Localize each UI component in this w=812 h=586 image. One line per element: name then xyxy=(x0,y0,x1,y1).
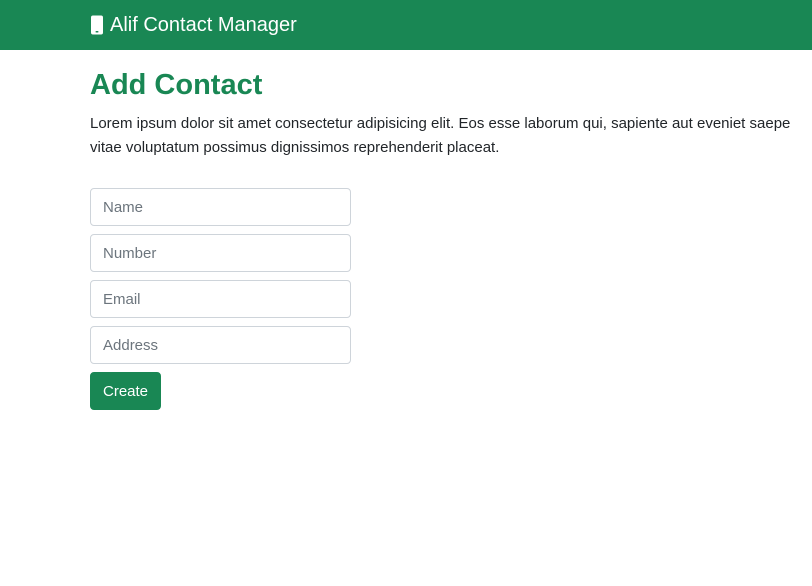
mobile-phone-icon xyxy=(90,15,104,35)
add-contact-form: Create xyxy=(90,188,351,410)
description-line-2: vitae voluptatum possimus dignissimos re… xyxy=(90,139,500,156)
name-input[interactable] xyxy=(90,188,351,226)
brand-link[interactable]: Alif Contact Manager xyxy=(90,0,297,50)
create-button[interactable]: Create xyxy=(90,372,162,410)
description-line-1: Lorem ipsum dolor sit amet consectetur a… xyxy=(90,115,791,132)
email-input[interactable] xyxy=(90,280,351,318)
address-input[interactable] xyxy=(90,326,351,364)
page-description: Lorem ipsum dolor sit amet consectetur a… xyxy=(90,112,812,160)
brand-text: Alif Contact Manager xyxy=(110,13,297,36)
navbar: Alif Contact Manager xyxy=(0,0,812,50)
number-input[interactable] xyxy=(90,234,351,272)
main-content: Add Contact Lorem ipsum dolor sit amet c… xyxy=(90,50,812,160)
page-title: Add Contact xyxy=(90,69,263,101)
